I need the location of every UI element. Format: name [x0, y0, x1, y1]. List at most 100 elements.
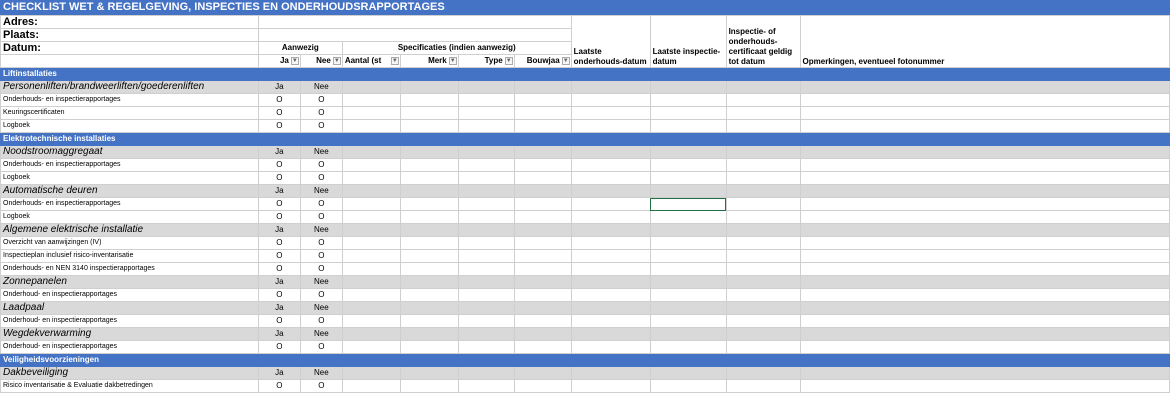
cell-ja[interactable]: Ja — [257, 366, 301, 380]
data-cell[interactable] — [399, 288, 459, 302]
data-cell[interactable] — [513, 275, 572, 289]
cell-ja[interactable]: O — [257, 171, 301, 185]
data-cell[interactable] — [649, 236, 727, 250]
data-cell[interactable] — [341, 340, 401, 354]
data-cell[interactable] — [725, 314, 801, 328]
cell-ja[interactable]: O — [257, 379, 301, 393]
dropdown-arrow-icon[interactable]: ▼ — [561, 57, 570, 65]
data-cell[interactable] — [341, 223, 401, 237]
data-cell[interactable] — [513, 249, 572, 263]
cell-nee[interactable]: Nee — [299, 275, 343, 289]
data-cell[interactable] — [399, 119, 459, 133]
data-cell[interactable] — [570, 366, 651, 380]
cell-ja[interactable]: O — [257, 158, 301, 172]
cell-ja[interactable]: O — [257, 106, 301, 120]
data-cell[interactable] — [341, 236, 401, 250]
data-cell[interactable] — [513, 236, 572, 250]
cell-nee[interactable]: Nee — [299, 327, 343, 341]
data-cell[interactable] — [513, 197, 572, 211]
data-cell[interactable] — [570, 340, 651, 354]
data-cell[interactable] — [725, 366, 801, 380]
data-cell[interactable] — [513, 158, 572, 172]
data-cell[interactable] — [649, 106, 727, 120]
group-label[interactable]: Algemene elektrische installatie — [0, 223, 259, 237]
cell-nee[interactable]: Nee — [299, 80, 343, 94]
data-cell[interactable] — [457, 80, 515, 94]
data-cell[interactable] — [649, 158, 727, 172]
data-cell[interactable] — [513, 119, 572, 133]
group-label[interactable]: Automatische deuren — [0, 184, 259, 198]
section-label[interactable]: Veiligheidsvoorzieningen — [0, 353, 1170, 367]
data-cell[interactable] — [725, 210, 801, 224]
cell-nee[interactable]: O — [299, 158, 343, 172]
data-cell[interactable] — [570, 288, 651, 302]
cell-nee[interactable]: O — [299, 197, 343, 211]
data-cell[interactable] — [457, 158, 515, 172]
data-cell[interactable] — [799, 288, 1170, 302]
cell-ja[interactable]: O — [257, 314, 301, 328]
data-cell[interactable] — [341, 379, 401, 393]
data-cell[interactable] — [399, 158, 459, 172]
cell-nee[interactable]: O — [299, 119, 343, 133]
data-cell[interactable] — [399, 197, 459, 211]
data-cell[interactable] — [799, 379, 1170, 393]
data-cell[interactable] — [513, 184, 572, 198]
data-cell[interactable] — [725, 249, 801, 263]
data-cell[interactable] — [399, 93, 459, 107]
data-cell[interactable] — [457, 197, 515, 211]
data-cell[interactable] — [457, 314, 515, 328]
col-inspectiedatum-header[interactable]: Laatste inspectie-datum — [649, 15, 727, 68]
data-cell[interactable] — [513, 262, 572, 276]
cell-ja[interactable]: O — [257, 262, 301, 276]
section-label[interactable]: Elektrotechnische installaties — [0, 132, 1170, 146]
data-cell[interactable] — [570, 197, 651, 211]
data-cell[interactable] — [570, 158, 651, 172]
data-cell[interactable] — [649, 197, 727, 211]
cell-nee[interactable]: O — [299, 379, 343, 393]
data-cell[interactable] — [570, 301, 651, 315]
data-cell[interactable] — [341, 301, 401, 315]
data-cell[interactable] — [341, 106, 401, 120]
data-cell[interactable] — [570, 171, 651, 185]
data-cell[interactable] — [570, 314, 651, 328]
item-label[interactable]: Onderhoud- en inspectierapportages — [0, 314, 259, 328]
data-cell[interactable] — [399, 366, 459, 380]
data-cell[interactable] — [399, 379, 459, 393]
data-cell[interactable] — [513, 379, 572, 393]
data-cell[interactable] — [570, 262, 651, 276]
data-cell[interactable] — [570, 106, 651, 120]
group-label[interactable]: Dakbeveiliging — [0, 366, 259, 380]
data-cell[interactable] — [649, 301, 727, 315]
group-label[interactable]: Wegdekverwarming — [0, 327, 259, 341]
data-cell[interactable] — [725, 93, 801, 107]
dropdown-arrow-icon[interactable]: ▼ — [290, 57, 299, 65]
data-cell[interactable] — [725, 197, 801, 211]
group-label[interactable]: Noodstroomaggregaat — [0, 145, 259, 159]
data-cell[interactable] — [399, 327, 459, 341]
data-cell[interactable] — [649, 288, 727, 302]
data-cell[interactable] — [799, 327, 1170, 341]
cell-ja[interactable]: O — [257, 197, 301, 211]
data-cell[interactable] — [341, 249, 401, 263]
data-cell[interactable] — [570, 210, 651, 224]
data-cell[interactable] — [399, 145, 459, 159]
cell-ja[interactable]: Ja — [257, 327, 301, 341]
data-cell[interactable] — [799, 275, 1170, 289]
data-cell[interactable] — [341, 366, 401, 380]
cell-ja[interactable]: O — [257, 249, 301, 263]
data-cell[interactable] — [799, 366, 1170, 380]
cell-ja[interactable]: O — [257, 236, 301, 250]
data-cell[interactable] — [725, 288, 801, 302]
data-cell[interactable] — [725, 262, 801, 276]
data-cell[interactable] — [341, 210, 401, 224]
data-cell[interactable] — [457, 327, 515, 341]
data-cell[interactable] — [399, 249, 459, 263]
data-cell[interactable] — [399, 275, 459, 289]
data-cell[interactable] — [799, 301, 1170, 315]
col-aantal-header[interactable]: Aantal (st ▼ — [341, 54, 401, 68]
data-cell[interactable] — [399, 106, 459, 120]
cell-ja[interactable]: Ja — [257, 301, 301, 315]
data-cell[interactable] — [725, 184, 801, 198]
data-cell[interactable] — [570, 379, 651, 393]
cell-nee[interactable]: Nee — [299, 366, 343, 380]
